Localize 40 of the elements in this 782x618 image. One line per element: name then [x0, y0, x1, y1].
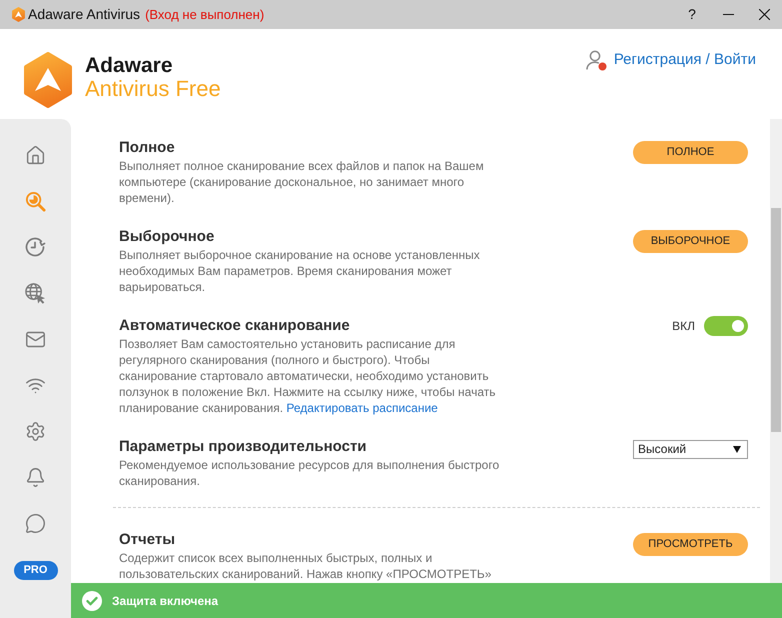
settings-icon[interactable]: [25, 420, 46, 442]
section-title: Параметры производительности: [119, 437, 368, 457]
user-icon[interactable]: [586, 50, 607, 70]
logo-icon: [12, 7, 25, 22]
globe-cursor-icon[interactable]: [25, 282, 46, 304]
performance-select[interactable]: Высокий: [633, 440, 748, 459]
toggle-label: ВКЛ: [672, 318, 695, 335]
clock-arrow-icon[interactable]: [25, 236, 46, 258]
scan-button[interactable]: ПОЛНОЕ: [633, 141, 748, 164]
section-description: Выполняет полное сканирование всех файлов и папок на Вашем компьютере (сканирование доскональное, но занимает много времени).: [119, 158, 485, 206]
check-circle-icon: [82, 590, 102, 610]
scrollbar-thumb[interactable]: [771, 208, 781, 432]
close-icon[interactable]: [758, 9, 770, 20]
caret-icon: [733, 446, 741, 453]
help-button[interactable]: ?: [674, 0, 710, 29]
section-description: Выполняет выборочное сканирование на основе установленных необходимых Вам параметров. Время сканирования может варьироваться.: [119, 247, 481, 295]
section-title: Отчеты: [119, 530, 176, 550]
logo-icon: [24, 52, 72, 108]
edit-schedule-link[interactable]: Редактировать расписание: [286, 401, 438, 415]
toggle-switch[interactable]: [704, 316, 748, 336]
section-title: Полное: [119, 138, 176, 158]
section-title: Автоматическое сканирование: [119, 316, 351, 336]
scan-button[interactable]: ПРОСМОТРЕТЬ: [633, 533, 748, 556]
login-status: (Вход не выполнен): [145, 6, 264, 24]
account-link[interactable]: Регистрация / Войти: [614, 48, 756, 72]
search-icon[interactable]: [25, 190, 46, 212]
home-icon[interactable]: [25, 144, 46, 166]
brand-name: Adaware: [85, 54, 174, 76]
window-title: Adaware Antivirus: [28, 5, 140, 24]
scan-button[interactable]: ВЫБОРОЧНОЕ: [633, 230, 748, 253]
status-text: Защита включена: [112, 592, 218, 610]
product-name: Antivirus Free: [85, 76, 221, 100]
bell-icon[interactable]: [25, 466, 46, 488]
section-description: Содержит список всех выполненных быстрых, полных и пользовательских сканирований. Нажав кнопку «ПРОСМОТРЕТЬ»: [119, 550, 492, 582]
section-description: Рекомендуемое использование ресурсов для выполнения быстрого сканирования.: [119, 457, 500, 489]
section-title: Выборочное: [119, 227, 216, 247]
section-description: Позволяет Вам самостоятельно установить расписание для регулярного сканирования (полного и быстрого). Чтобы сканирование стартовало автоматически, необходимо установить ползунок в положение Вкл. Нажмите на ссылку ниже, чтобы начать планирование сканирования. Редактировать расписание: [119, 336, 496, 416]
pro-badge[interactable]: PRO: [14, 561, 58, 580]
minimize-icon[interactable]: [722, 14, 734, 15]
chat-icon[interactable]: [25, 512, 46, 534]
